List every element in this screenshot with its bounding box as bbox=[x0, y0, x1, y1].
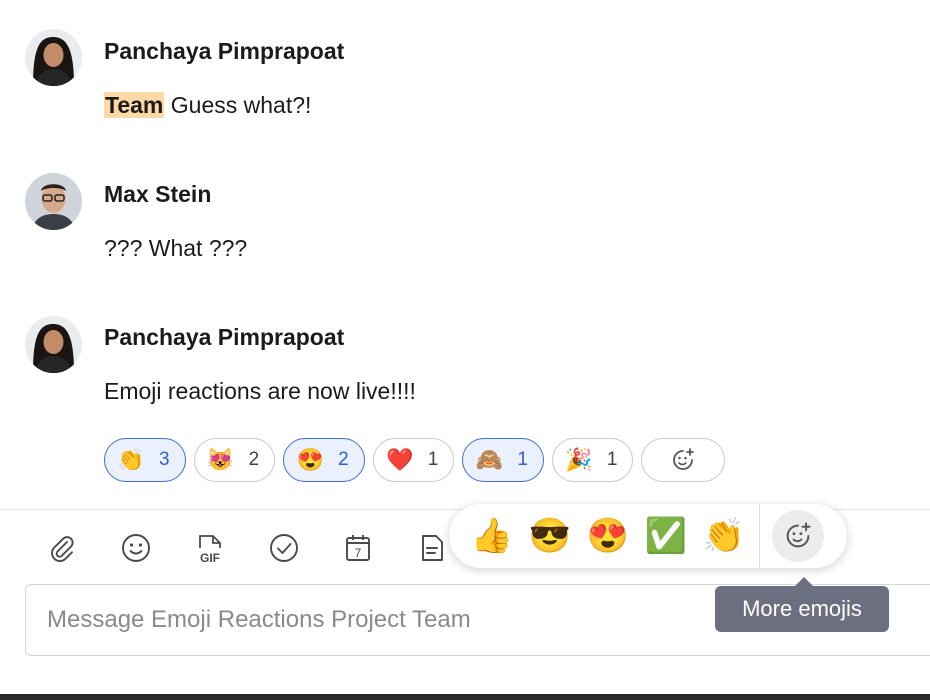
message-input[interactable] bbox=[45, 605, 709, 635]
reaction-count: 2 bbox=[338, 449, 349, 470]
attachment-icon bbox=[51, 536, 74, 562]
reaction-chip[interactable]: 🙈 1 bbox=[462, 438, 544, 482]
calendar-button[interactable]: 7 bbox=[338, 528, 378, 568]
add-reaction-button[interactable] bbox=[641, 438, 726, 482]
clap-emoji[interactable]: 👏 bbox=[695, 519, 753, 553]
reaction-chip[interactable]: 😻 2 bbox=[193, 438, 276, 482]
check-mark-emoji[interactable]: ✅ bbox=[637, 519, 695, 553]
gif-label: GIF bbox=[200, 551, 220, 565]
author-name[interactable]: Panchaya Pimprapoat bbox=[104, 324, 344, 351]
document-icon bbox=[422, 535, 443, 561]
avatar[interactable] bbox=[25, 316, 82, 373]
popup-divider bbox=[759, 504, 760, 568]
author-name[interactable]: Max Stein bbox=[104, 181, 211, 208]
emoji-icon bbox=[122, 534, 150, 562]
clap-emoji: 👏 bbox=[117, 447, 145, 472]
composer-toolbar: GIF 7 bbox=[42, 528, 452, 568]
avatar[interactable] bbox=[25, 173, 82, 230]
bottom-edge bbox=[0, 694, 930, 700]
reaction-count: 2 bbox=[248, 449, 260, 470]
attach-button[interactable] bbox=[42, 528, 82, 568]
sunglasses-emoji[interactable]: 😎 bbox=[521, 519, 579, 553]
more-emojis-button[interactable] bbox=[772, 510, 824, 562]
message-text: Team Guess what?! bbox=[104, 92, 311, 119]
party-popper-emoji: 🎉 bbox=[565, 447, 593, 472]
gif-icon: GIF bbox=[199, 535, 221, 565]
reaction-count: 1 bbox=[427, 449, 439, 470]
heart-eyes-emoji[interactable]: 😍 bbox=[579, 519, 637, 553]
reaction-bar: 👏 3 😻 2 😍 2 ❤️ 1 🙈 1 🎉 1 bbox=[104, 438, 726, 482]
thumbs-up-emoji[interactable]: 👍 bbox=[463, 519, 521, 553]
avatar[interactable] bbox=[25, 29, 82, 86]
message-body: Guess what?! bbox=[164, 92, 312, 118]
reaction-count: 1 bbox=[517, 449, 528, 470]
heart-eyes-emoji: 😍 bbox=[296, 447, 324, 472]
add-emoji-icon bbox=[786, 522, 811, 548]
note-button[interactable] bbox=[412, 528, 452, 568]
reaction-chip[interactable]: 😍 2 bbox=[283, 438, 365, 482]
message-text: ??? What ??? bbox=[104, 235, 248, 261]
calendar-day: 7 bbox=[355, 546, 362, 560]
task-button[interactable] bbox=[264, 528, 304, 568]
calendar-icon: 7 bbox=[346, 535, 370, 561]
reaction-count: 3 bbox=[159, 449, 170, 470]
message-text: Emoji reactions are now live!!!! bbox=[104, 378, 416, 404]
reaction-chip[interactable]: 🎉 1 bbox=[551, 438, 634, 482]
more-emojis-tooltip: More emojis bbox=[715, 577, 889, 632]
emoji-button[interactable] bbox=[116, 528, 156, 568]
heart-eyes-cat-emoji: 😻 bbox=[206, 447, 235, 472]
check-circle-icon bbox=[270, 534, 298, 562]
gif-button[interactable]: GIF bbox=[190, 528, 230, 568]
reaction-chip[interactable]: ❤️ 1 bbox=[372, 438, 455, 482]
see-no-evil-monkey-emoji: 🙈 bbox=[475, 447, 504, 472]
quick-reaction-popup: 👍 😎 😍 ✅ 👏 bbox=[449, 504, 847, 568]
author-name[interactable]: Panchaya Pimprapoat bbox=[104, 38, 344, 65]
mention[interactable]: Team bbox=[104, 92, 165, 118]
red-heart-emoji: ❤️ bbox=[386, 447, 414, 472]
add-emoji-icon bbox=[673, 448, 695, 470]
reaction-count: 1 bbox=[606, 449, 618, 470]
reaction-chip[interactable]: 👏 3 bbox=[104, 438, 186, 482]
